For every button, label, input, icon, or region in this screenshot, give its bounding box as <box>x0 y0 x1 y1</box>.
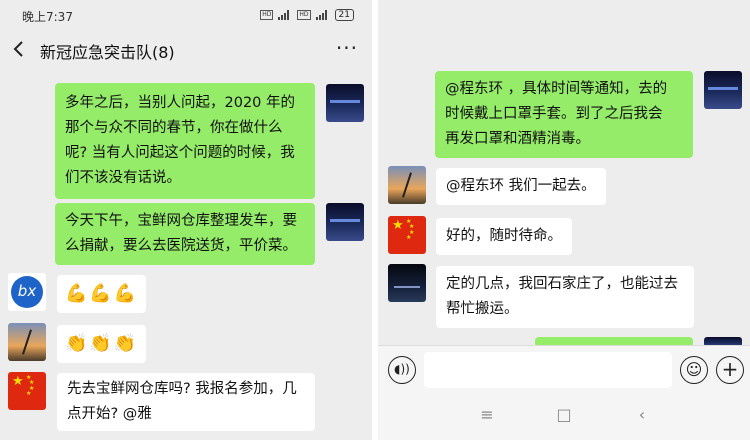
small-star-icon: ★ <box>406 234 412 241</box>
more-options-icon[interactable]: ··· <box>336 36 358 60</box>
message-bubble-1[interactable]: 多年之后，当别人问起，2020 年的 那个与众不同的春节，你在做什么 呢? 当有… <box>55 83 315 199</box>
star-icon: ★ <box>12 374 24 389</box>
emoji-icon[interactable]: ☺ <box>680 356 708 384</box>
status-time: 晚上7:37 <box>22 10 73 24</box>
message-bubble-4[interactable]: 👏👏👏 <box>57 325 147 363</box>
message-bubble-2[interactable]: 今天下午，宝鲜网仓库整理发车，要 么捐献，要么去医院送货，平价菜。 <box>55 203 315 265</box>
message-bubble-9[interactable]: 定的几点，我回石家庄了，也能过去 帮忙搬运。 <box>436 266 694 328</box>
voice-icon[interactable]: ◖)) <box>388 356 416 384</box>
bx-logo: bx <box>11 276 43 308</box>
system-nav-bar: ≡ □ ‹ <box>378 393 750 440</box>
small-star-icon: ★ <box>26 390 32 397</box>
my-avatar[interactable] <box>326 84 364 122</box>
back-icon[interactable]: ‹ <box>630 405 654 424</box>
hd-icon: HD <box>260 10 274 20</box>
input-bar: ◖)) ☺ + <box>378 345 750 393</box>
message-input[interactable] <box>424 352 672 388</box>
my-avatar[interactable] <box>326 203 364 241</box>
hd-icon-2: HD <box>297 10 311 20</box>
contact-avatar-flag[interactable]: ★ ★ ★ ★ ★ <box>8 372 46 410</box>
message-bubble-5[interactable]: 先去宝鲜网仓库吗? 我报名参加，几 点开始? @雅 <box>57 373 315 431</box>
signal-icon <box>278 10 292 20</box>
signal-icon-2 <box>315 10 330 20</box>
menu-icon[interactable]: ≡ <box>475 405 499 424</box>
message-bubble-6[interactable]: @程东环 ，具体时间等通知，去的 时候戴上口罩手套。到了之后我会 再发口罩和酒精… <box>435 71 693 158</box>
contact-avatar-sunset[interactable] <box>388 166 426 204</box>
message-bubble-3[interactable]: 💪💪💪 <box>57 275 147 313</box>
plus-icon[interactable]: + <box>716 356 744 384</box>
status-bar: 晚上7:37 HD HD 21 <box>0 0 372 30</box>
contact-avatar-bx[interactable]: bx <box>8 273 46 311</box>
contact-avatar-city[interactable] <box>388 264 426 302</box>
contact-avatar-flag[interactable]: ★ ★ ★ ★ ★ <box>388 216 426 254</box>
message-bubble-8[interactable]: 好的，随时待命。 <box>436 218 572 255</box>
battery-icon: 21 <box>334 9 354 21</box>
home-icon[interactable]: □ <box>552 405 576 424</box>
left-screenshot: 晚上7:37 HD HD 21 新冠应急突击队(8) ··· 多年之后，当别人问… <box>0 0 372 440</box>
my-avatar[interactable] <box>704 71 742 109</box>
right-screenshot: @程东环 ，具体时间等通知，去的 时候戴上口罩手套。到了之后我会 再发口罩和酒精… <box>378 0 750 440</box>
chat-header: 新冠应急突击队(8) ··· <box>0 30 372 70</box>
contact-avatar-sunset[interactable] <box>8 323 46 361</box>
chat-title: 新冠应急突击队(8) <box>40 43 175 62</box>
message-bubble-7[interactable]: @程东环 我们一起去。 <box>436 168 606 205</box>
star-icon: ★ <box>392 218 404 233</box>
status-icons: HD HD 21 <box>260 9 354 21</box>
back-arrow-icon[interactable] <box>12 40 26 58</box>
